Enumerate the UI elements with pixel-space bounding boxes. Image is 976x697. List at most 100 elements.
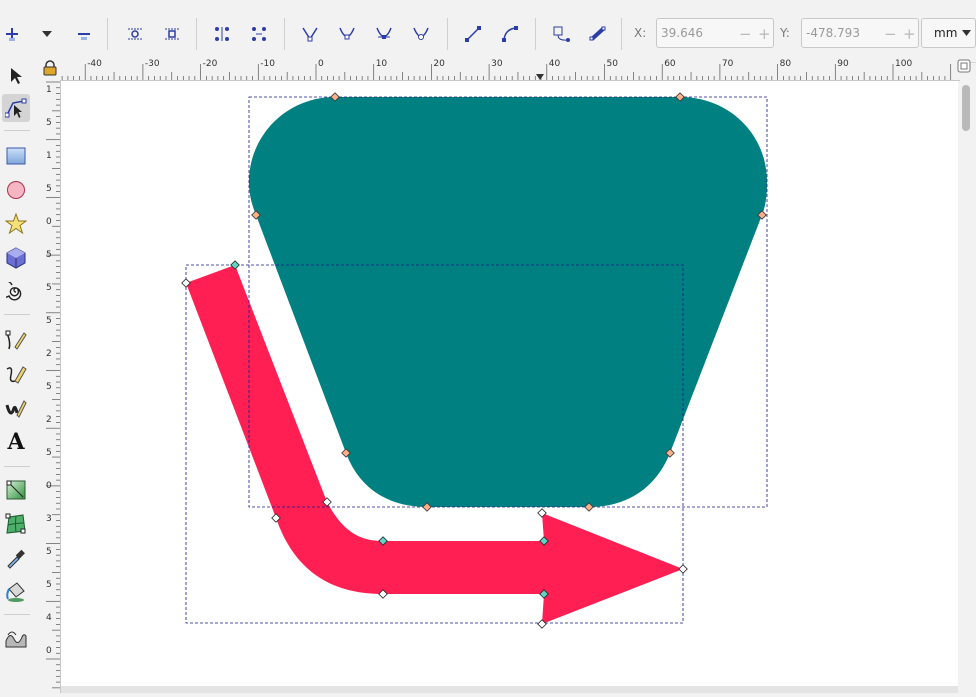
star-tool[interactable]: [2, 210, 30, 238]
ruler-label: 30: [491, 59, 503, 69]
ruler-label: 4: [46, 613, 52, 623]
mesh-tool[interactable]: [2, 510, 30, 538]
circle-icon: [7, 181, 25, 199]
make-cusp-button[interactable]: [300, 24, 320, 44]
ruler-label: -20: [203, 59, 218, 69]
unit-dropdown-icon: [962, 30, 971, 36]
text-glyph-icon: A: [7, 429, 25, 455]
ruler-label: 90: [837, 59, 849, 69]
vertical-scroll-thumb[interactable]: [962, 85, 970, 131]
insert-node-button[interactable]: [2, 24, 22, 44]
spiral-icon: [6, 282, 22, 301]
ruler-label: 5: [46, 316, 52, 326]
spiral-tool[interactable]: [2, 278, 30, 306]
ruler-label: 70: [722, 59, 734, 69]
teal-rounded-trapezoid[interactable]: [249, 97, 767, 507]
ruler-label: 60: [664, 59, 676, 69]
ruler-label: 5: [46, 118, 52, 128]
pencil-tool[interactable]: [2, 360, 30, 388]
ruler-label: 100: [895, 59, 912, 69]
delete-segment-button[interactable]: [249, 24, 269, 44]
ruler-label: 5: [46, 283, 52, 293]
x-increment-icon[interactable]: +: [758, 25, 771, 43]
y-decrement-icon[interactable]: −: [884, 25, 897, 43]
ruler-label: 2: [46, 415, 52, 425]
tweak-wave-icon: [5, 631, 27, 648]
make-symmetric-button[interactable]: [374, 24, 394, 44]
x-decrement-icon[interactable]: −: [739, 25, 752, 43]
make-curve-button[interactable]: [500, 24, 520, 44]
ruler-label: 3: [46, 514, 52, 524]
horizontal-pointer-marker: [536, 74, 544, 80]
ruler-label: 20: [433, 59, 445, 69]
gradient-icon: [6, 480, 26, 500]
ruler-label: 1: [46, 151, 52, 161]
tweak-tool[interactable]: [2, 624, 30, 652]
ruler-label: 0: [46, 217, 52, 227]
dropper-tool[interactable]: [2, 544, 30, 572]
unit-select[interactable]: mm: [921, 18, 976, 48]
horizontal-scrollbar[interactable]: [61, 686, 958, 693]
ruler-label: 5: [46, 382, 52, 392]
break-path-button[interactable]: [162, 24, 182, 44]
y-coordinate-label: Y:: [780, 26, 790, 40]
pen-tool[interactable]: [2, 326, 30, 354]
ellipse-tool[interactable]: [2, 176, 30, 204]
3d-box-tool[interactable]: [2, 244, 30, 272]
insert-node-dropdown-icon[interactable]: [37, 24, 57, 44]
y-coordinate-input[interactable]: -478.793 − +: [801, 18, 919, 48]
calligraphy-pen-icon: [5, 400, 27, 418]
make-line-button[interactable]: [463, 24, 483, 44]
ruler-label: 80: [780, 59, 792, 69]
node-tool[interactable]: [2, 94, 30, 122]
make-smooth-button[interactable]: [337, 24, 357, 44]
calligraphy-tool[interactable]: [2, 394, 30, 422]
lock-icon: [43, 60, 57, 76]
ruler-label: 5: [46, 448, 52, 458]
zoom-corner-icon: [957, 59, 971, 73]
ruler-label: 10: [376, 59, 388, 69]
stroke-to-path-button[interactable]: [588, 24, 608, 44]
ruler-label: 0: [318, 59, 324, 69]
cube-icon: [6, 247, 26, 269]
ruler-label: 0: [46, 646, 52, 656]
ruler-label: 40: [549, 59, 561, 69]
rectangle-tool[interactable]: [2, 142, 30, 170]
ruler-label: 1: [46, 85, 52, 95]
mesh-icon: [5, 513, 26, 534]
pencil-icon: [6, 366, 27, 384]
object-to-path-button[interactable]: [551, 24, 571, 44]
ruler-label: -40: [87, 59, 102, 69]
horizontal-ruler[interactable]: -40 -30 -20 -10 0 10 20 30 40 50 60 70 80 90 100: [60, 54, 960, 81]
drawing-canvas[interactable]: [61, 81, 958, 688]
join-segment-button[interactable]: [212, 24, 232, 44]
make-auto-smooth-button[interactable]: [411, 24, 431, 44]
vertical-scrollbar[interactable]: [958, 81, 976, 688]
ruler-label: 5: [46, 547, 52, 557]
ruler-label: 0: [46, 481, 52, 491]
toolbox: A: [0, 62, 36, 693]
join-nodes-button[interactable]: [125, 24, 145, 44]
zoom-corner-button[interactable]: [956, 58, 974, 78]
arrow-pointer-icon: [11, 68, 22, 84]
x-coordinate-label: X:: [634, 26, 647, 40]
star-icon: [5, 213, 27, 235]
text-tool[interactable]: A: [2, 428, 30, 456]
delete-node-button[interactable]: [74, 24, 94, 44]
gradient-tool[interactable]: [2, 476, 30, 504]
selector-tool[interactable]: [2, 62, 30, 90]
ruler-label: 5: [46, 184, 52, 194]
ruler-label: 5: [46, 580, 52, 590]
y-increment-icon[interactable]: +: [903, 25, 916, 43]
lock-guides-button[interactable]: [40, 58, 60, 78]
node-edit-icon: [5, 98, 27, 118]
unit-value: mm: [934, 26, 958, 40]
bezier-pen-icon: [5, 330, 27, 350]
eyedropper-icon: [7, 549, 25, 569]
rectangle-icon: [6, 147, 26, 165]
paint-bucket-icon: [6, 582, 25, 602]
vertical-ruler[interactable]: 1 5 1 5 0 5 5 5 2 5 2 5 0 3 5 5 4 0: [36, 62, 61, 693]
ruler-label: 2: [46, 349, 52, 359]
x-coordinate-input[interactable]: 39.646 − +: [656, 18, 774, 48]
paint-bucket-tool[interactable]: [2, 578, 30, 606]
